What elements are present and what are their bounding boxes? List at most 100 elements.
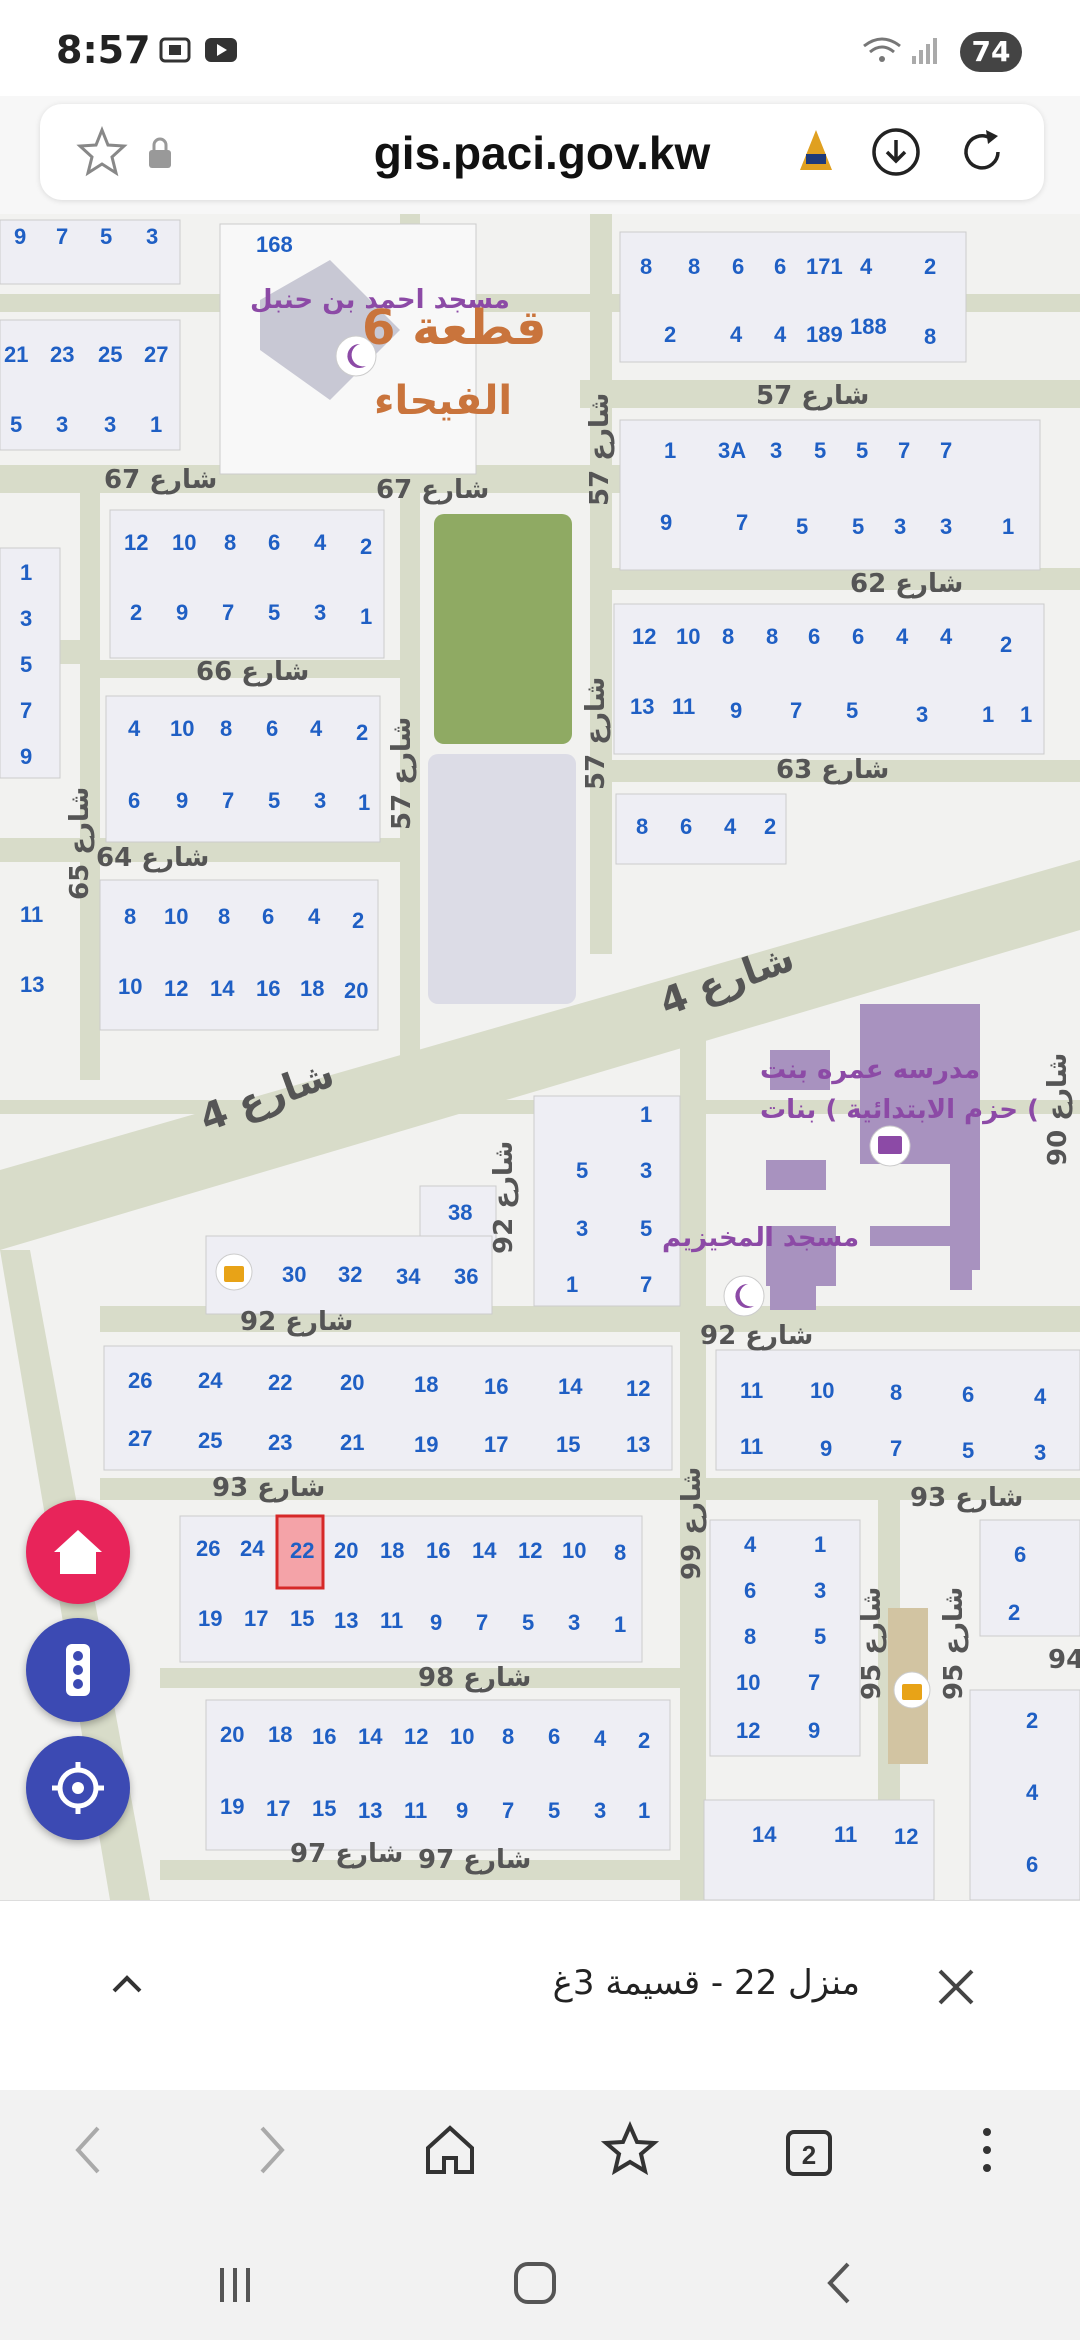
- street-67-label-2: شارع 67: [376, 475, 489, 505]
- svg-text:10: 10: [676, 624, 700, 649]
- street-67-label: شارع 67: [104, 465, 217, 495]
- svg-text:34: 34: [396, 1264, 421, 1289]
- svg-text:38: 38: [448, 1200, 472, 1225]
- svg-text:7: 7: [502, 1798, 514, 1823]
- svg-text:19: 19: [414, 1432, 438, 1457]
- locate-button[interactable]: [26, 1736, 130, 1840]
- svg-text:2: 2: [352, 908, 364, 933]
- svg-text:9: 9: [176, 600, 188, 625]
- svg-text:4: 4: [594, 1726, 607, 1751]
- svg-text:7: 7: [56, 224, 68, 249]
- svg-text:2: 2: [360, 534, 372, 559]
- svg-text:6: 6: [744, 1578, 756, 1603]
- svg-text:6: 6: [262, 904, 274, 929]
- tabs-icon[interactable]: 2: [780, 2120, 840, 2180]
- address-bar[interactable]: gis.paci.gov.kw: [40, 104, 1044, 200]
- crosshair-icon: [52, 1762, 104, 1814]
- svg-text:1: 1: [1002, 514, 1014, 539]
- bookmarks-icon[interactable]: [600, 2120, 664, 2180]
- menu-icon[interactable]: [972, 2120, 1002, 2180]
- svg-text:20: 20: [334, 1538, 358, 1563]
- svg-text:3: 3: [20, 606, 32, 631]
- svg-text:10: 10: [118, 974, 142, 999]
- info-panel-title: منزل 22 - قسيمة 3غ: [552, 1963, 860, 2003]
- svg-text:13: 13: [358, 1798, 382, 1823]
- svg-text:10: 10: [810, 1378, 834, 1403]
- svg-text:5: 5: [20, 652, 32, 677]
- svg-text:20: 20: [220, 1722, 244, 1747]
- svg-text:16: 16: [312, 1724, 336, 1749]
- svg-text:2: 2: [802, 2140, 816, 2170]
- empty-plot: [428, 754, 576, 1004]
- status-bar: 8:57 74: [0, 0, 1080, 96]
- svg-text:14: 14: [210, 976, 235, 1001]
- svg-text:6: 6: [548, 1724, 560, 1749]
- svg-text:8: 8: [636, 814, 648, 839]
- svg-text:1: 1: [150, 412, 162, 437]
- school-book-icon[interactable]: [869, 1125, 911, 1167]
- traffic-button[interactable]: [26, 1618, 130, 1722]
- system-back-icon[interactable]: [818, 2258, 858, 2308]
- svg-text:25: 25: [198, 1428, 222, 1453]
- home-icon: [54, 1530, 102, 1574]
- recent-apps-icon[interactable]: [210, 2260, 260, 2310]
- map-canvas[interactable]: 9753 168 8 8 6 6 171 4 2 2 4 4 189 188 8 21 23 25 27 5…: [0, 214, 1080, 1900]
- svg-text:11: 11: [672, 694, 695, 719]
- close-icon[interactable]: [934, 1965, 978, 2009]
- home-nav-icon[interactable]: [420, 2120, 480, 2180]
- svg-text:4: 4: [314, 530, 327, 555]
- svg-text:11: 11: [834, 1822, 857, 1847]
- svg-text:12: 12: [404, 1724, 428, 1749]
- shop-bag-icon[interactable]: [893, 1671, 931, 1709]
- mosque-icon[interactable]: [335, 335, 377, 377]
- svg-text:27: 27: [144, 342, 168, 367]
- svg-text:10: 10: [170, 716, 194, 741]
- svg-text:5: 5: [852, 514, 864, 539]
- refresh-icon[interactable]: [956, 126, 1008, 178]
- svg-text:1: 1: [814, 1532, 826, 1557]
- svg-text:14: 14: [358, 1724, 383, 1749]
- svg-text:18: 18: [300, 976, 324, 1001]
- svg-text:1: 1: [640, 1102, 652, 1127]
- shop-bag-icon-2[interactable]: [215, 1253, 253, 1291]
- street-95-label: شارع 95: [857, 1587, 887, 1700]
- svg-text:5: 5: [268, 600, 280, 625]
- svg-text:12: 12: [626, 1376, 650, 1401]
- svg-text:11: 11: [380, 1608, 403, 1633]
- svg-text:4: 4: [860, 254, 873, 279]
- svg-text:18: 18: [268, 1722, 292, 1747]
- street-57-label-2: شارع 57: [585, 393, 615, 506]
- svg-text:6: 6: [128, 788, 140, 813]
- svg-text:7: 7: [222, 600, 234, 625]
- svg-text:18: 18: [414, 1372, 438, 1397]
- system-home-icon[interactable]: [510, 2258, 560, 2308]
- svg-text:22: 22: [290, 1538, 314, 1563]
- svg-text:3: 3: [314, 788, 326, 813]
- back-icon[interactable]: [68, 2120, 108, 2180]
- svg-text:13: 13: [20, 972, 44, 997]
- mosque2-label: مسجد المخيزيم: [662, 1223, 859, 1253]
- svg-text:11: 11: [740, 1434, 763, 1459]
- street-65-label: شارع 65: [65, 787, 95, 900]
- download-icon[interactable]: [870, 126, 922, 178]
- svg-text:5: 5: [814, 438, 826, 463]
- svg-text:7: 7: [808, 1670, 820, 1695]
- chevron-up-icon[interactable]: [108, 1969, 146, 1999]
- svg-text:23: 23: [268, 1430, 292, 1455]
- svg-text:21: 21: [4, 342, 28, 367]
- block-label: قطعة 6: [362, 300, 547, 356]
- svg-text:32: 32: [338, 1262, 362, 1287]
- svg-text:5: 5: [100, 224, 112, 249]
- svg-text:4: 4: [724, 814, 737, 839]
- svg-text:16: 16: [426, 1538, 450, 1563]
- svg-text:11: 11: [404, 1798, 427, 1823]
- mosque-icon-2[interactable]: [723, 1275, 765, 1317]
- svg-text:2: 2: [924, 254, 936, 279]
- svg-text:7: 7: [222, 788, 234, 813]
- map-view[interactable]: 9753 168 8 8 6 6 171 4 2 2 4 4 189 188 8 21 23 25 27 5…: [0, 214, 1080, 1900]
- svg-text:8: 8: [614, 1540, 626, 1565]
- home-button[interactable]: [26, 1500, 130, 1604]
- svg-text:2: 2: [130, 600, 142, 625]
- forward-icon[interactable]: [252, 2120, 292, 2180]
- svg-text:19: 19: [220, 1794, 244, 1819]
